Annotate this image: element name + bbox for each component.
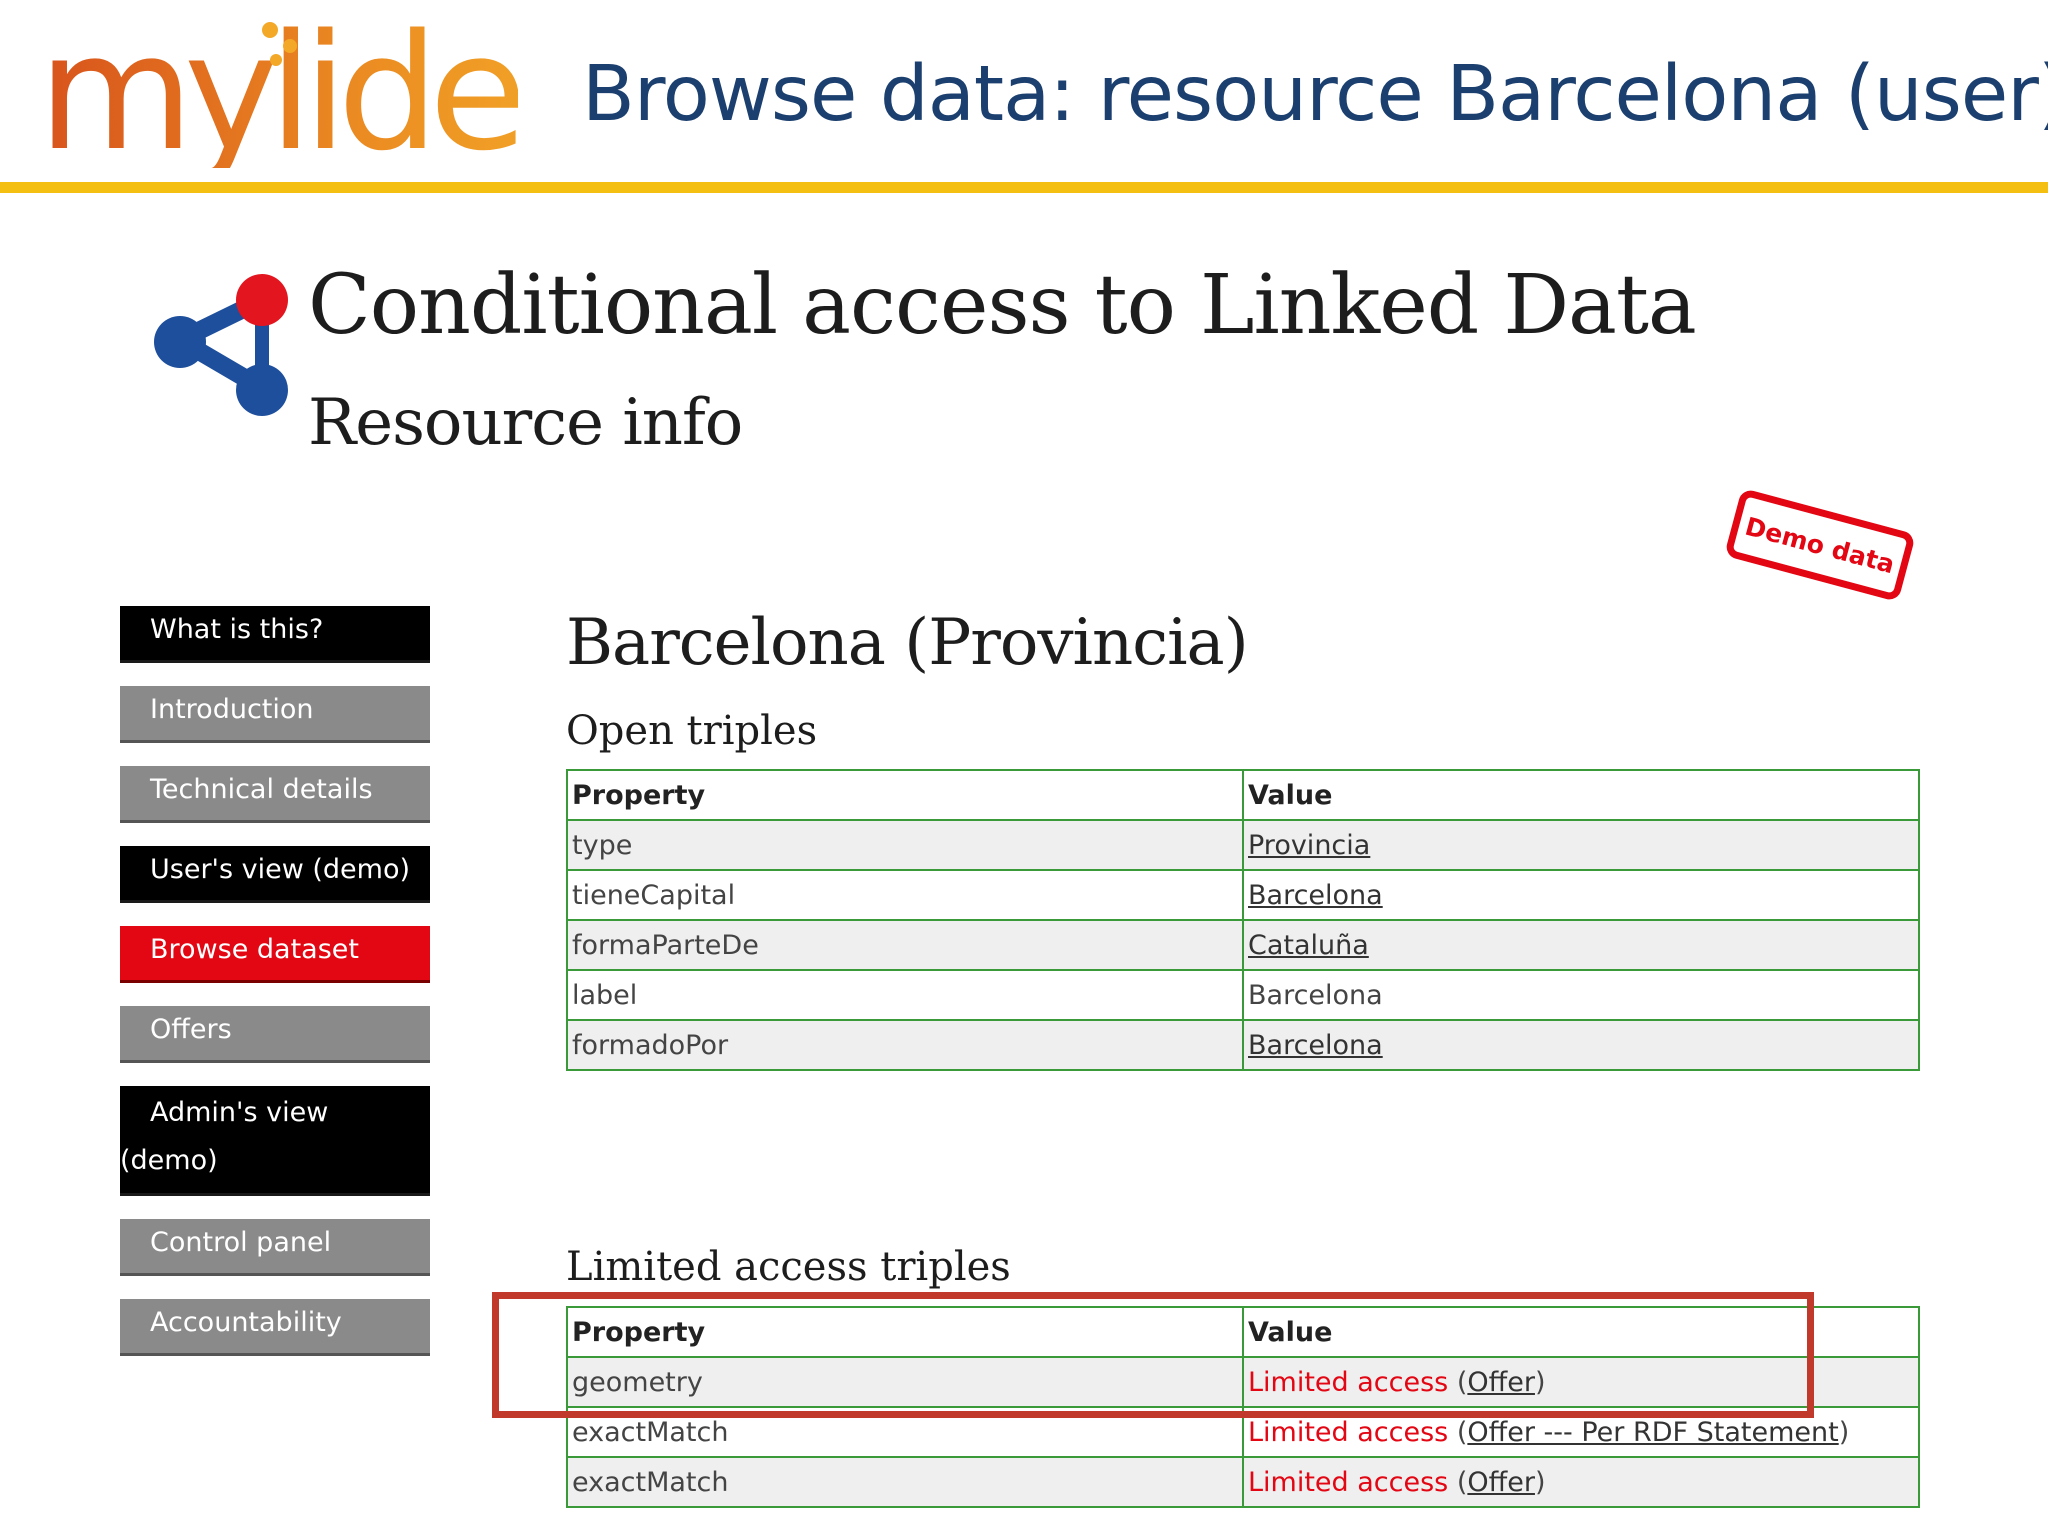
menu-item-label: (demo) [120, 1145, 218, 1176]
open-triples-table: Property Value type Provincia tieneCapit… [566, 769, 1920, 1071]
menu-item-offers[interactable]: Offers [120, 1006, 430, 1063]
value-cell: Cataluña [1242, 919, 1920, 971]
menu-item-what-is-this[interactable]: What is this? [120, 606, 430, 663]
menu-item-label: Admin's view [150, 1097, 329, 1128]
slide-title: Browse data: resource Barcelona (user) [582, 50, 2048, 139]
svg-text:mylider: mylider [38, 8, 518, 168]
value-cell: Barcelona [1242, 869, 1920, 921]
menu-item-introduction[interactable]: Introduction [120, 686, 430, 743]
limited-access-label: Limited access [1248, 1466, 1449, 1498]
table-row: formadoPor Barcelona [566, 1019, 1920, 1071]
paren: ) [1838, 1416, 1850, 1448]
menu-item-accountability[interactable]: Accountability [120, 1299, 430, 1356]
app-title: Conditional access to Linked Data [308, 258, 1697, 353]
table-row: exactMatch Limited access (Offer) [566, 1456, 1920, 1508]
table-row: formaParteDe Cataluña [566, 919, 1920, 971]
property-cell: exactMatch [566, 1456, 1244, 1508]
header-divider [0, 182, 2048, 193]
open-triples-title: Open triples [566, 708, 818, 754]
property-cell: label [566, 969, 1244, 1021]
value-cell: Limited access (Offer) [1242, 1456, 1920, 1508]
table-row: tieneCapital Barcelona [566, 869, 1920, 921]
menu-item-users-view[interactable]: User's view (demo) [120, 846, 430, 903]
paren: ( [1448, 1416, 1468, 1448]
highlight-annotation-box [492, 1292, 1814, 1418]
property-cell: type [566, 819, 1244, 871]
value-link[interactable]: Barcelona [1248, 880, 1383, 911]
value-cell: Barcelona [1242, 969, 1920, 1021]
paren: ( [1448, 1466, 1468, 1498]
value-cell: Provincia [1242, 819, 1920, 871]
value-link[interactable]: Cataluña [1248, 930, 1369, 961]
column-header-value: Value [1242, 769, 1920, 821]
resource-title: Barcelona (Provincia) [566, 606, 1249, 680]
property-cell: tieneCapital [566, 869, 1244, 921]
value-link[interactable]: Provincia [1248, 830, 1370, 861]
menu-item-browse-dataset[interactable]: Browse dataset [120, 926, 430, 983]
limited-access-label: Limited access [1248, 1416, 1449, 1448]
table-row: label Barcelona [566, 969, 1920, 1021]
column-header-property: Property [566, 769, 1244, 821]
value-link[interactable]: Barcelona [1248, 1030, 1383, 1061]
paren: ) [1534, 1466, 1546, 1498]
menu-item-admins-view[interactable]: Admin's view (demo) [120, 1086, 430, 1196]
offer-link[interactable]: Offer [1467, 1467, 1535, 1498]
demo-data-stamp: Demo data [1724, 487, 1916, 603]
side-menu: What is this? Introduction Technical det… [120, 606, 430, 1379]
menu-item-technical-details[interactable]: Technical details [120, 766, 430, 823]
table-header-row: Property Value [566, 769, 1920, 821]
linked-data-logo-icon [154, 274, 288, 416]
mylider-logo: mylider [38, 8, 518, 168]
property-cell: formaParteDe [566, 919, 1244, 971]
offer-link[interactable]: Offer --- Per RDF Statement [1467, 1417, 1838, 1448]
property-cell: formadoPor [566, 1019, 1244, 1071]
value-cell: Barcelona [1242, 1019, 1920, 1071]
limited-triples-title: Limited access triples [566, 1244, 1011, 1290]
slide-header: mylider Browse data: resource Barcelona … [0, 0, 2048, 196]
table-row: type Provincia [566, 819, 1920, 871]
app-subtitle: Resource info [308, 386, 743, 460]
menu-item-control-panel[interactable]: Control panel [120, 1219, 430, 1276]
